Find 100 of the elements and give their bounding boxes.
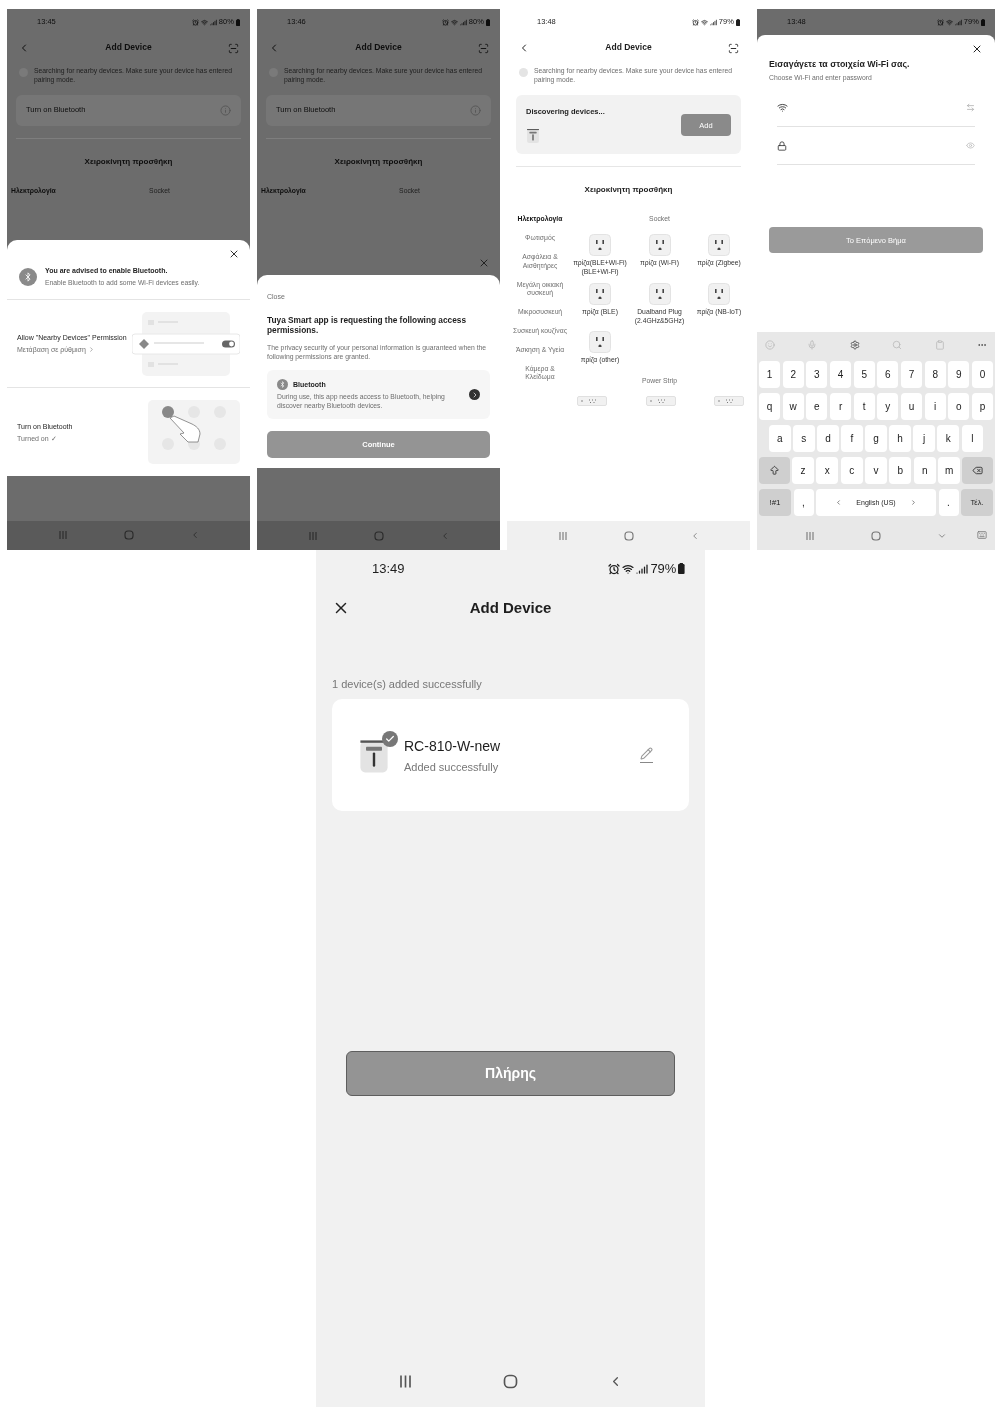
section-title: Χειροκίνητη προσθήκη	[84, 156, 173, 168]
chevron-right-icon	[909, 499, 917, 506]
keyboard-key[interactable]: c	[840, 457, 863, 484]
signal-icon	[459, 18, 467, 26]
search-icon[interactable]	[892, 340, 903, 350]
keyboard-key[interactable]: k	[937, 425, 959, 452]
keyboard-key[interactable]: f	[841, 425, 863, 452]
backspace-key[interactable]	[962, 457, 994, 484]
success-summary: 1 device(s) added successfully	[332, 677, 483, 692]
wifi-icon	[450, 18, 458, 26]
loading-spinner-icon	[519, 68, 528, 77]
keyboard-key[interactable]: e	[806, 393, 828, 420]
keyboard-key[interactable]: .	[938, 489, 959, 516]
keyboard-key[interactable]: z	[792, 457, 814, 484]
device-name: RC-810-W-new	[404, 736, 502, 755]
socket-icon	[589, 331, 611, 354]
keyboard-key[interactable]: 5	[853, 361, 875, 388]
lock-icon	[777, 140, 787, 151]
wifi-icon	[622, 563, 635, 575]
signal-icon	[209, 18, 217, 26]
screen-title: Add Device	[355, 42, 402, 54]
device-card[interactable]: RC-810-W-new Added successfully	[332, 699, 689, 812]
shift-key[interactable]	[759, 457, 790, 484]
power-strip-icon	[577, 396, 607, 406]
battery-percentage: 79%	[650, 560, 677, 578]
keyboard-key[interactable]: w	[782, 393, 804, 420]
recent-apps-icon[interactable]	[398, 1374, 413, 1390]
keyboard-key[interactable]: x	[816, 457, 839, 484]
battery-icon	[485, 18, 490, 26]
keyboard-key[interactable]: y	[877, 393, 899, 420]
home-icon[interactable]	[503, 1374, 518, 1390]
socket-icon	[589, 234, 611, 256]
keyboard-key[interactable]: d	[817, 425, 839, 452]
shift-icon	[768, 465, 780, 476]
keyboard-key[interactable]: t	[853, 393, 875, 420]
permission-title: Tuya Smart app is requesting the following access permissions.	[267, 314, 468, 337]
socket-icon	[708, 234, 730, 256]
keyboard-key[interactable]: a	[769, 425, 791, 452]
keyboard-key[interactable]: h	[889, 425, 911, 452]
scan-icon[interactable]	[727, 42, 739, 54]
info-icon	[220, 104, 231, 116]
keyboard-key[interactable]: 7	[900, 361, 923, 388]
status-time: 13:49	[372, 560, 405, 578]
keyboard-key[interactable]: 4	[829, 361, 852, 388]
edit-name-icon[interactable]	[640, 747, 653, 764]
keyboard-key[interactable]: p	[971, 393, 994, 420]
home-icon[interactable]	[871, 530, 881, 541]
wifi-title: Εισαγάγετε τα στοιχεία Wi-Fi σας.	[769, 59, 911, 71]
alarm-icon	[608, 563, 621, 575]
air-fryer-icon	[526, 128, 540, 144]
keyboard-icon[interactable]	[977, 530, 987, 540]
emoji-icon[interactable]	[765, 340, 775, 350]
battery-icon	[678, 563, 685, 575]
keyboard-key[interactable]: 6	[877, 361, 899, 388]
keyboard-key[interactable]: l	[961, 425, 984, 452]
keyboard-key[interactable]: b	[889, 457, 912, 484]
keyboard-key[interactable]: ,	[793, 489, 814, 516]
wifi-icon	[700, 18, 708, 26]
keyboard-key[interactable]: 3	[806, 361, 828, 388]
air-fryer-icon	[358, 737, 390, 773]
wifi-icon	[945, 18, 953, 26]
keyboard-key[interactable]: 1	[759, 361, 781, 388]
keyboard-key[interactable]: 0	[971, 361, 994, 388]
keyboard-key[interactable]: v	[865, 457, 887, 484]
round-arrow-button[interactable]	[469, 389, 480, 401]
keyboard-key[interactable]: 8	[924, 361, 946, 388]
keyboard-key[interactable]: i	[924, 393, 946, 420]
show-password-icon[interactable]	[966, 141, 975, 151]
keyboard-key[interactable]: o	[948, 393, 970, 420]
wifi-icon	[777, 102, 788, 114]
close-icon[interactable]	[971, 43, 983, 55]
home-icon[interactable]	[623, 530, 634, 541]
info-icon	[470, 104, 481, 116]
keyboard-key[interactable]: 9	[948, 361, 970, 388]
signal-icon	[636, 563, 649, 575]
backspace-icon	[972, 465, 984, 476]
settings-icon[interactable]	[849, 340, 860, 350]
keyboard-key[interactable]: j	[913, 425, 935, 452]
keyboard-key[interactable]: g	[865, 425, 887, 452]
keyboard-key[interactable]: 2	[782, 361, 804, 388]
keyboard-key[interactable]: u	[900, 393, 923, 420]
chevron-left-icon	[835, 499, 843, 506]
keyboard-key[interactable]: s	[793, 425, 815, 452]
section-title: Χειροκίνητη προσθήκη	[584, 184, 673, 196]
screen-title: Add Device	[469, 598, 552, 618]
switch-network-icon[interactable]	[966, 103, 975, 113]
power-strip-icon	[714, 396, 744, 406]
wifi-icon	[200, 18, 208, 26]
symbols-key[interactable]: !#1	[759, 489, 791, 516]
keyboard-key[interactable]: q	[759, 393, 781, 420]
microphone-icon[interactable]	[807, 340, 818, 350]
battery-icon	[235, 18, 240, 26]
alarm-icon	[691, 18, 699, 26]
battery-icon	[735, 18, 740, 26]
keyboard-key[interactable]: r	[829, 393, 852, 420]
keyboard-key[interactable]: n	[913, 457, 936, 484]
keyboard-key[interactable]: m	[938, 457, 960, 484]
clipboard-icon[interactable]	[934, 340, 945, 350]
signal-icon	[954, 18, 962, 26]
chevron-right-icon	[87, 346, 95, 354]
